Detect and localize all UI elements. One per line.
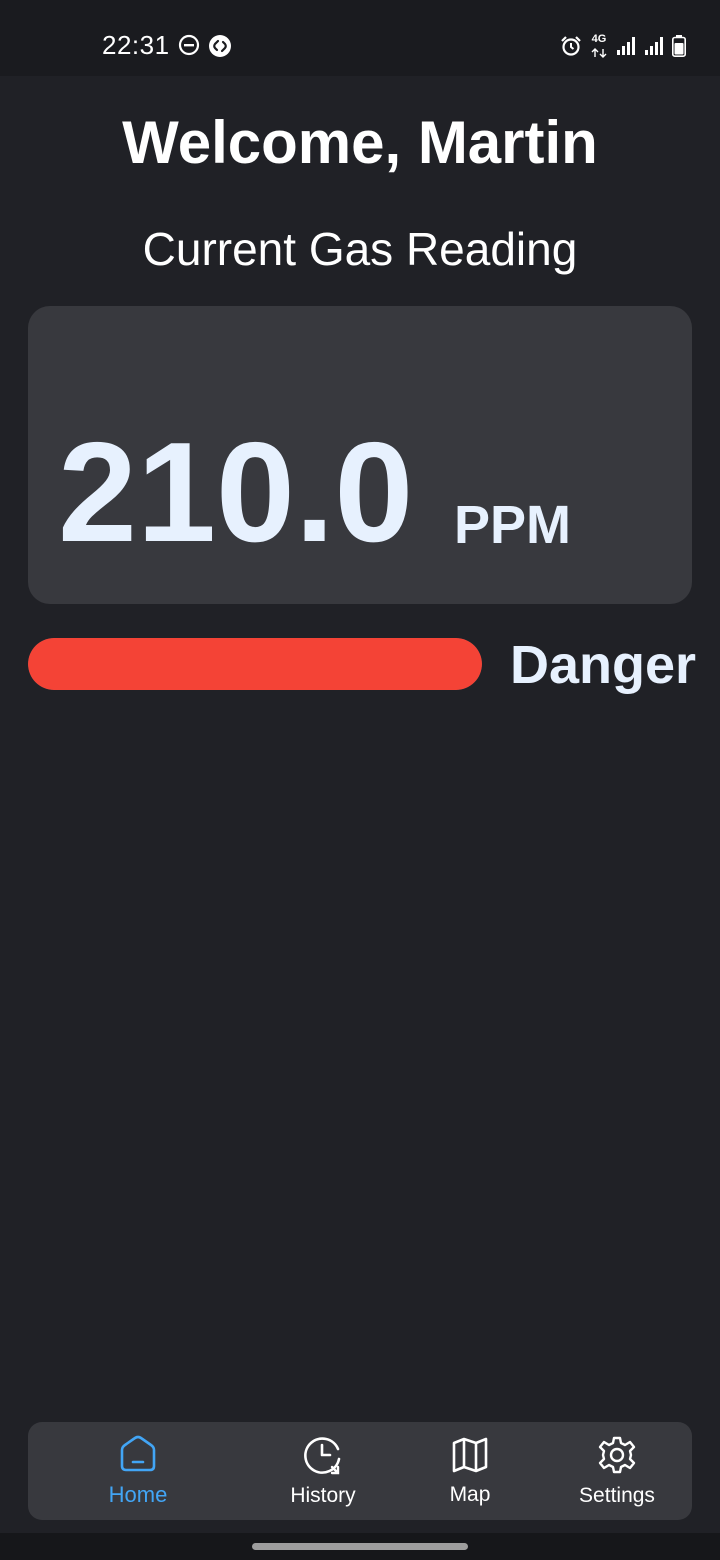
- nav-home-label: Home: [108, 1481, 168, 1507]
- map-icon: [450, 1436, 490, 1479]
- status-right-icons: 4G: [560, 34, 686, 63]
- gear-icon: [597, 1435, 637, 1480]
- do-not-disturb-icon: [178, 34, 200, 63]
- gas-level-bar: [28, 638, 482, 690]
- nav-history[interactable]: History: [273, 1422, 373, 1520]
- shazam-icon: [208, 34, 232, 63]
- gas-level-label: Danger: [510, 635, 697, 695]
- gas-level-fill: [28, 638, 482, 690]
- gas-reading-card: 210.0 PPM: [28, 306, 692, 604]
- history-icon: [302, 1435, 344, 1480]
- nav-map[interactable]: Map: [420, 1422, 520, 1520]
- alarm-icon: [560, 35, 582, 62]
- network-label: 4G: [591, 33, 607, 45]
- nav-home[interactable]: Home: [88, 1422, 188, 1520]
- reading-subtitle: Current Gas Reading: [142, 223, 578, 275]
- welcome-title: Welcome, Martin: [122, 109, 598, 176]
- battery-icon: [672, 35, 686, 62]
- network-4g-icon: 4G: [590, 34, 608, 63]
- home-gesture-handle[interactable]: [252, 1543, 468, 1550]
- home-screen: 22:31 4G Welcome, Martin Current Gas Rea…: [0, 0, 720, 1560]
- nav-settings[interactable]: Settings: [562, 1422, 672, 1520]
- nav-settings-label: Settings: [579, 1483, 655, 1507]
- status-time: 22:31: [102, 30, 170, 60]
- signal-icon: [644, 36, 664, 61]
- nav-map-label: Map: [449, 1482, 491, 1506]
- home-icon: [118, 1435, 158, 1478]
- signal-icon: [616, 36, 636, 61]
- gas-reading-value: 210.0: [58, 413, 414, 572]
- system-navigation-bar: [0, 1533, 720, 1560]
- status-left-icons: [178, 34, 232, 63]
- status-bar: 22:31 4G: [0, 0, 720, 76]
- gas-reading-unit: PPM: [454, 495, 572, 555]
- bottom-navigation: Home History Map Settings: [28, 1422, 692, 1520]
- nav-history-label: History: [290, 1483, 356, 1507]
